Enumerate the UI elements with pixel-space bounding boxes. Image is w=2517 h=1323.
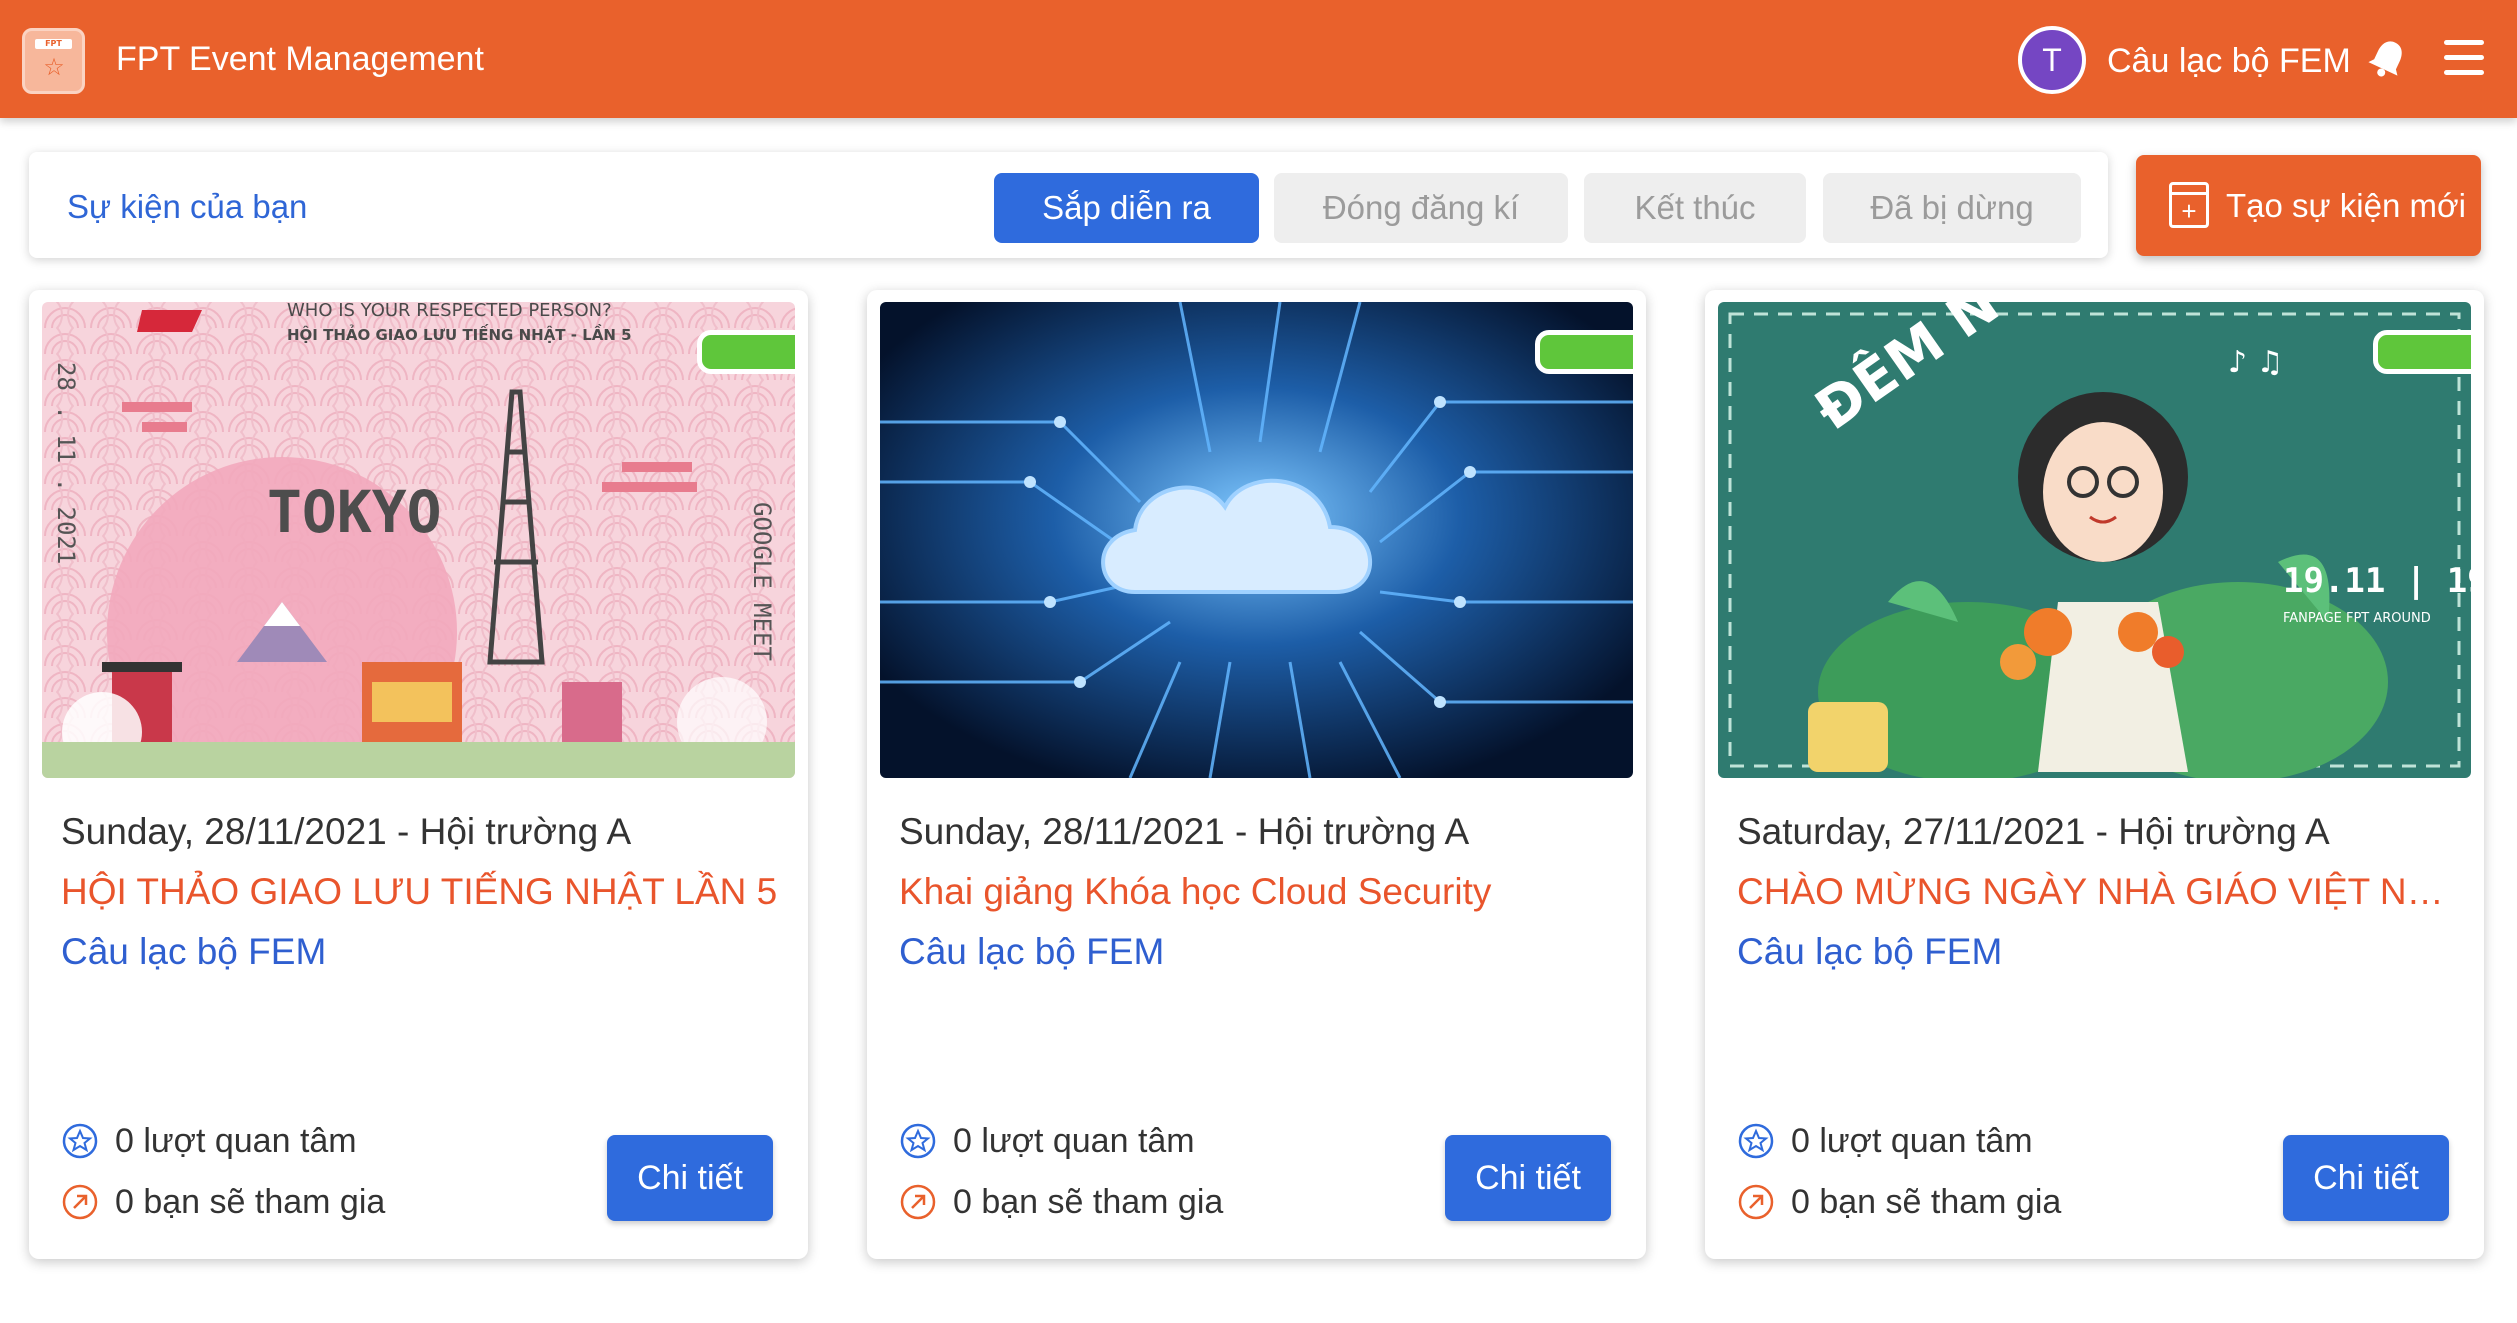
poster-city: TOKYO [267,478,442,546]
star-icon [1738,1123,1774,1159]
star-icon [62,1123,98,1159]
interested-text: 0 lượt quan tâm [953,1122,1195,1160]
event-club[interactable]: Câu lạc bộ FEM [899,930,1164,974]
status-badge [2373,330,2471,374]
event-date-location: Sunday, 28/11/2021 - Hội trường A [61,811,632,852]
event-title[interactable]: HỘI THẢO GIAO LƯU TIẾNG NHẬT LẦN 5 [61,870,781,914]
avatar[interactable]: T [2018,26,2086,94]
create-event-button[interactable]: + Tạo sự kiện mới [2136,155,2481,256]
status-badge [1535,330,1633,374]
section-title: Sự kiện của bạn [67,188,308,225]
poster-date-digits: 28 . 11 . 2021 [52,362,80,564]
tab-registration-closed[interactable]: Đóng đăng kí [1274,173,1568,243]
poster-line2: HỘI THẢO GIAO LƯU TIẾNG NHẬT - LẦN 5 [287,323,632,344]
event-club[interactable]: Câu lạc bộ FEM [1737,930,2002,974]
attending-text: 0 bạn sẽ tham gia [953,1183,1224,1221]
top-navbar: FPT ☆ FPT Event Management T Câu lạc bộ … [0,0,2517,118]
svg-text:♪ ♫: ♪ ♫ [2228,345,2284,380]
event-card: Sunday, 28/11/2021 - Hội trường A Khai g… [867,290,1646,1259]
poster-time: 19.11 | 19:00 [2283,561,2471,601]
poster-vertical-text: GOOGLE MEET [748,502,776,661]
bell-icon[interactable] [2366,36,2410,80]
detail-button[interactable]: Chi tiết [1445,1135,1611,1221]
tab-upcoming[interactable]: Sắp diễn ra [994,173,1259,243]
event-image[interactable]: ĐÊM N 19.11 | 19:00 FANPAGE FPT AROUND ♪… [1718,302,2471,778]
star-icon: ☆ [43,54,65,81]
event-image[interactable]: WHO IS YOUR RESPECTED PERSON? HỘI THẢO G… [42,302,795,778]
event-card: ĐÊM N 19.11 | 19:00 FANPAGE FPT AROUND ♪… [1705,290,2484,1259]
interested-text: 0 lượt quan tâm [1791,1122,2033,1160]
hamburger-menu-icon[interactable] [2444,40,2484,76]
arrow-up-right-icon [1738,1184,1774,1220]
poster-line1: WHO IS YOUR RESPECTED PERSON? [287,302,612,321]
event-card: WHO IS YOUR RESPECTED PERSON? HỘI THẢO G… [29,290,808,1259]
arrow-up-right-icon [62,1184,98,1220]
event-title[interactable]: CHÀO MỪNG NGÀY NHÀ GIÁO VIỆT NAM [1737,870,2457,914]
event-date-location: Saturday, 27/11/2021 - Hội trường A [1737,811,2330,852]
attending-text: 0 bạn sẽ tham gia [115,1183,386,1221]
app-logo-icon[interactable]: FPT ☆ [22,28,85,94]
star-icon [900,1123,936,1159]
create-event-label: Tạo sự kiện mới [2226,187,2466,224]
logo-text: FPT [35,39,72,49]
arrow-up-right-icon [900,1184,936,1220]
event-image[interactable] [880,302,1633,778]
event-date-location: Sunday, 28/11/2021 - Hội trường A [899,811,1470,852]
event-title[interactable]: Khai giảng Khóa học Cloud Security [899,870,1619,914]
poster-venue: FANPAGE FPT AROUND [2283,611,2431,626]
detail-button[interactable]: Chi tiết [607,1135,773,1221]
event-filter-bar: Sự kiện của bạn Sắp diễn ra Đóng đăng kí… [29,152,2108,258]
app-title[interactable]: FPT Event Management [116,38,484,80]
interested-text: 0 lượt quan tâm [115,1122,357,1160]
calendar-add-icon: + [2169,182,2209,228]
status-badge [697,330,795,374]
attending-text: 0 bạn sẽ tham gia [1791,1183,2062,1221]
tab-ended[interactable]: Kết thúc [1584,173,1806,243]
event-club[interactable]: Câu lạc bộ FEM [61,930,326,974]
detail-button[interactable]: Chi tiết [2283,1135,2449,1221]
org-name[interactable]: Câu lạc bộ FEM [2107,40,2351,82]
tab-stopped[interactable]: Đã bị dừng [1823,173,2081,243]
